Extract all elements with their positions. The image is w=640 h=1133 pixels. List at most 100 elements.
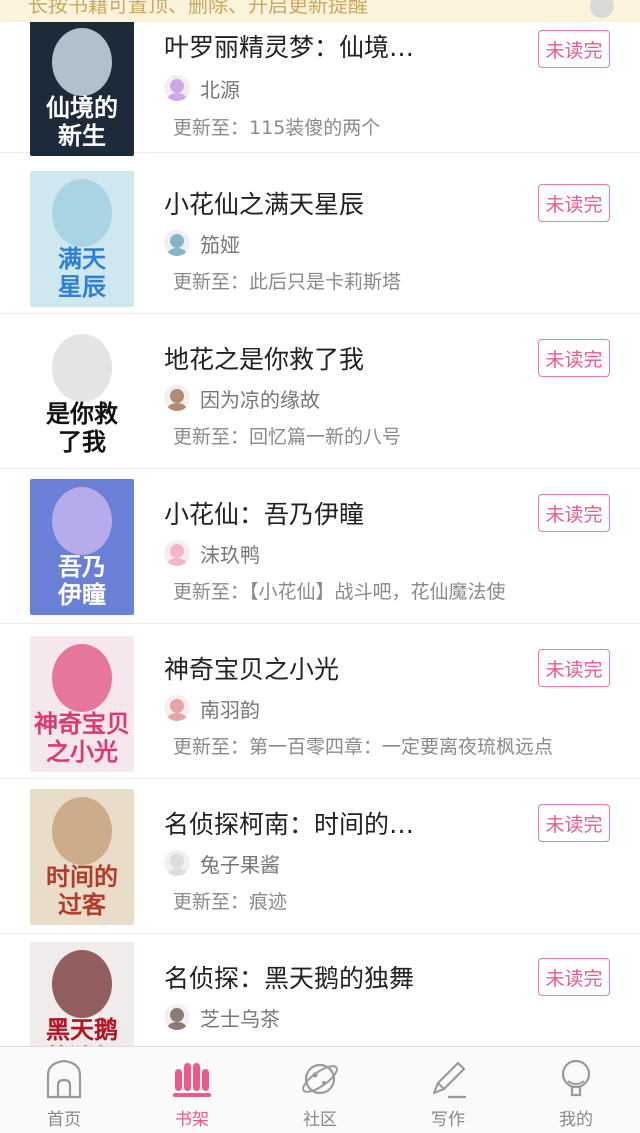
book-title: 神奇宝贝之小光 (164, 655, 340, 684)
book-item[interactable]: 神奇宝贝 之小光 神奇宝贝之小光 南羽韵 更新至：第一百零四章：一定要离夜琉枫远点… (0, 624, 640, 779)
cover-title: 了我 (58, 427, 106, 456)
tab-label: 写作 (431, 1110, 465, 1130)
cover-title: 神奇宝贝 (34, 709, 130, 738)
avatar-art (164, 75, 190, 101)
update-text: 回忆篇一新的八号 (249, 426, 402, 448)
author-row: 南羽韵 (164, 694, 260, 722)
book-item[interactable]: 是你救 了我 地花之是你救了我 因为凉的缘故 更新至：回忆篇一新的八号 未读完 (0, 314, 640, 469)
book-cover[interactable]: 仙境的 新生 (30, 20, 134, 156)
author-name: 北源 (200, 77, 240, 102)
author-avatar (164, 850, 190, 876)
avatar-art (164, 540, 190, 566)
update-line: 更新至：痕迹 (173, 887, 287, 914)
cover-title: 仙境的 (46, 93, 118, 122)
tab-community[interactable]: 社区 (256, 1047, 384, 1133)
tip-banner: 长按书籍可置顶、删除、开启更新提醒 (0, 0, 640, 22)
home-icon (46, 1059, 82, 1099)
author-row: 兔子果酱 (164, 849, 280, 877)
tab-write[interactable]: 写作 (384, 1047, 512, 1133)
unread-badge[interactable]: 未读完 (538, 184, 610, 222)
cover-figure (52, 334, 112, 402)
author-name: 兔子果酱 (200, 852, 280, 877)
author-avatar (164, 540, 190, 566)
cover-title: 过客 (58, 890, 107, 919)
bookshelf-page: 仙境的 新生 叶罗丽精灵梦：仙境… 北源 更新至：115装傻的两个 未读完 满天星… (0, 0, 640, 1133)
book-item[interactable]: 仙境的 新生 叶罗丽精灵梦：仙境… 北源 更新至：115装傻的两个 未读完 (0, 0, 640, 156)
author-row: 笳娅 (164, 229, 240, 257)
tab-profile[interactable]: 我的 (512, 1047, 640, 1133)
cover-art: 满天星辰 (30, 171, 134, 307)
author-row: 芝士乌茶 (164, 1003, 280, 1031)
unread-badge[interactable]: 未读完 (538, 804, 610, 842)
tab-bar: 首页 书架 社区 写作 我的 (0, 1046, 640, 1133)
author-name: 沫玖鸭 (200, 542, 260, 567)
cover-title: 黑天鹅 (46, 1015, 118, 1044)
book-cover[interactable]: 是你救 了我 (30, 326, 134, 462)
cover-title: 之小光 (46, 737, 118, 766)
book-title: 名侦探：黑天鹅的独舞 (164, 964, 415, 993)
update-text: 第一百零四章：一定要离夜琉枫远点 (249, 736, 554, 758)
update-label: 更新至： (173, 581, 250, 603)
cover-figure (52, 644, 112, 712)
book-title: 叶罗丽精灵梦：仙境… (164, 33, 415, 62)
cover-title: 满天 (58, 244, 106, 273)
avatar-art (164, 1004, 190, 1030)
update-label: 更新至： (173, 271, 250, 293)
unread-badge[interactable]: 未读完 (538, 494, 610, 532)
planet-icon (302, 1063, 338, 1095)
unread-badge[interactable]: 未读完 (538, 339, 610, 377)
author-name: 芝士乌茶 (200, 1006, 280, 1031)
author-row: 沫玖鸭 (164, 539, 260, 567)
cover-art: 仙境的新生 (30, 20, 134, 156)
cover-title: 星辰 (58, 272, 106, 301)
book-cover[interactable]: 神奇宝贝 之小光 (30, 636, 134, 772)
tab-bookshelf[interactable]: 书架 (128, 1047, 256, 1133)
cover-title: 伊瞳 (57, 580, 106, 609)
cover-art: 吾乃伊瞳 (30, 479, 134, 615)
update-text: 此后只是卡莉斯塔 (249, 271, 402, 293)
book-item[interactable]: 吾乃 伊瞳 小花仙：吾乃伊瞳 沫玖鸭 更新至：【小花仙】战斗吧，花仙魔法使 未读完 (0, 469, 640, 624)
tab-home[interactable]: 首页 (0, 1047, 128, 1133)
cover-title: 吾乃 (58, 552, 106, 581)
book-cover[interactable]: 吾乃 伊瞳 (30, 479, 134, 615)
author-avatar (164, 230, 190, 256)
update-line: 更新至：第一百零四章：一定要离夜琉枫远点 (173, 732, 553, 759)
unread-badge[interactable]: 未读完 (538, 958, 610, 996)
tab-label: 我的 (559, 1110, 593, 1130)
update-line: 更新至：回忆篇一新的八号 (173, 422, 401, 449)
update-label: 更新至： (173, 426, 250, 448)
book-item[interactable]: 时间的 过客 名侦探柯南：时间的… 兔子果酱 更新至：痕迹 未读完 (0, 779, 640, 934)
cover-art: 神奇宝贝之小光 (30, 636, 134, 772)
author-avatar (164, 1004, 190, 1030)
book-cover[interactable]: 满天 星辰 (30, 171, 134, 307)
book-cover[interactable]: 时间的 过客 (30, 789, 134, 925)
pen-icon (432, 1061, 466, 1099)
cover-figure (52, 487, 112, 555)
tab-label: 社区 (303, 1110, 337, 1130)
cover-figure (52, 797, 112, 865)
author-row: 因为凉的缘故 (164, 384, 320, 412)
update-label: 更新至： (173, 117, 250, 139)
author-name: 因为凉的缘故 (200, 387, 320, 412)
book-item[interactable]: 满天 星辰 小花仙之满天星辰 笳娅 更新至：此后只是卡莉斯塔 未读完 (0, 159, 640, 314)
cover-title: 是你救 (46, 399, 118, 428)
tab-label: 书架 (175, 1110, 209, 1130)
avatar-art (164, 850, 190, 876)
update-text: 【小花仙】战斗吧，花仙魔法使 (249, 581, 506, 603)
avatar-art (164, 230, 190, 256)
unread-badge[interactable]: 未读完 (538, 30, 610, 68)
unread-badge[interactable]: 未读完 (538, 649, 610, 687)
update-line: 更新至：115装傻的两个 (173, 113, 380, 140)
cover-figure (52, 950, 112, 1018)
update-text: 115装傻的两个 (249, 117, 381, 139)
author-avatar (164, 75, 190, 101)
cover-title: 新生 (58, 121, 106, 150)
author-name: 笳娅 (200, 232, 240, 257)
update-line: 更新至：此后只是卡莉斯塔 (173, 267, 401, 294)
update-line: 更新至：【小花仙】战斗吧，花仙魔法使 (173, 577, 506, 604)
book-title: 小花仙：吾乃伊瞳 (164, 500, 365, 529)
profile-icon (561, 1059, 591, 1097)
cover-figure (52, 179, 112, 247)
close-icon[interactable] (590, 0, 614, 18)
book-title: 小花仙之满天星辰 (164, 190, 365, 219)
